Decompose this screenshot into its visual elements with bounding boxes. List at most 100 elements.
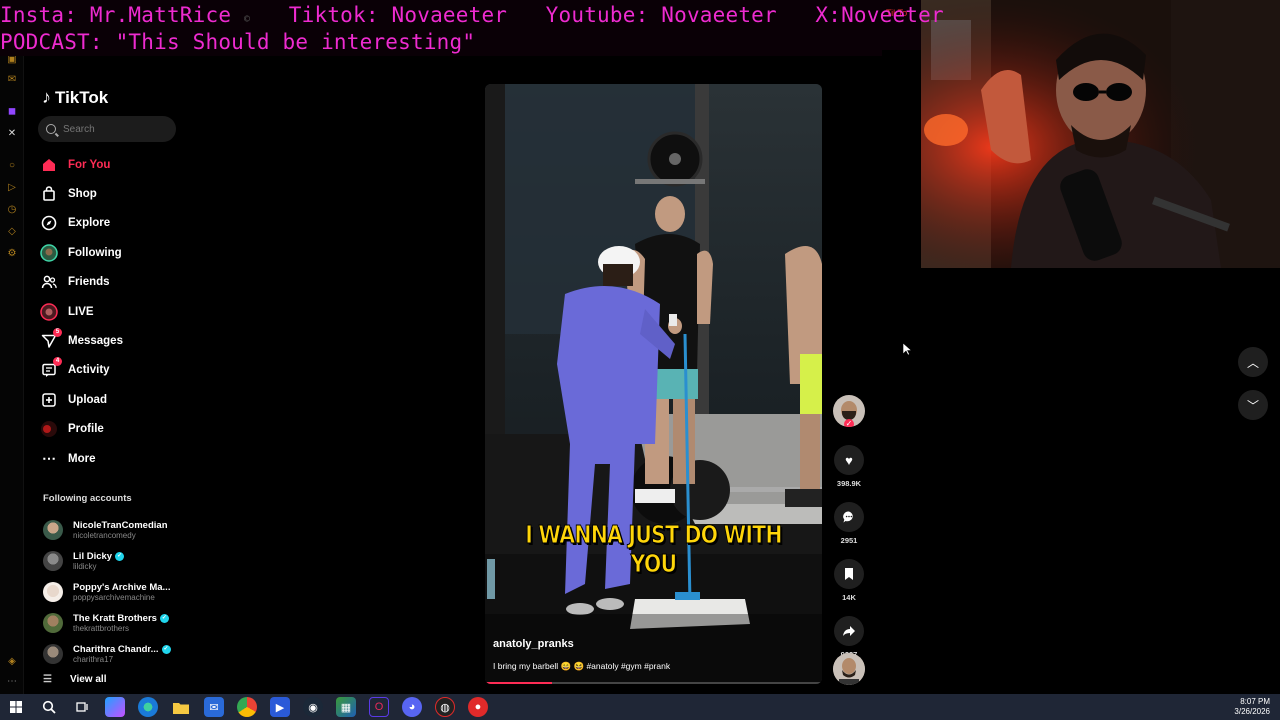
account-item[interactable]: Charithra Chandr... ✓ charithra17 [43, 638, 171, 669]
account-item[interactable]: Poppy's Archive Ma... poppysarchivemachin… [43, 576, 171, 607]
nav-explore[interactable]: Explore [40, 209, 123, 238]
next-video-button[interactable]: ﹀ [1238, 390, 1268, 420]
profile-avatar-icon [40, 420, 58, 438]
system-clock[interactable]: 8:07 PM 3/26/2026 [1234, 697, 1270, 717]
play-icon[interactable]: ▷ [6, 182, 18, 194]
nav-friends[interactable]: Friends [40, 268, 123, 297]
account-handle: poppysarchivemachine [73, 592, 155, 602]
taskbar-search-icon[interactable] [39, 697, 59, 717]
video-caption-overlay: I WANNA JUST DO WITH YOU [525, 520, 783, 579]
nav-label: Explore [68, 217, 111, 230]
gx-icon[interactable]: ◈ [6, 656, 18, 668]
discord-icon[interactable]: ◕ [402, 697, 422, 717]
follow-plus-icon[interactable]: ✓ [844, 419, 854, 427]
tiktok-note-icon: ♪ [42, 87, 51, 107]
like-action[interactable]: ♥ 398.9K [832, 445, 866, 488]
nav-label: Shop [68, 188, 97, 201]
insta-handle: Insta: Mr.MattRice [0, 3, 232, 27]
podcast-line: PODCAST: "This Should be interesting" [0, 30, 476, 54]
save-action[interactable]: 14K [832, 559, 866, 602]
messages-icon: 5 [40, 328, 62, 350]
tiktok-logo[interactable]: ♪ TikTok [42, 87, 108, 108]
youtube-handle: Youtube: Novaeeter [545, 3, 777, 27]
previous-video-button[interactable]: ︿ [1238, 347, 1268, 377]
mail-icon[interactable]: ✉ [6, 74, 18, 86]
windows-start-icon[interactable] [6, 697, 26, 717]
creator-avatar[interactable]: ✓ [833, 395, 865, 427]
account-item[interactable]: The Kratt Brothers ✓ thekrattbrothers [43, 607, 171, 638]
nav-upload[interactable]: Upload [40, 385, 123, 414]
nav-label: Following [68, 246, 122, 259]
task-view-icon[interactable] [72, 697, 92, 717]
minecraft-icon[interactable]: ▦ [336, 697, 356, 717]
video-progress-bar[interactable] [485, 682, 822, 684]
tiktok-sidebar: ♪ TikTok For You Shop [28, 78, 188, 694]
comment-icon[interactable] [834, 502, 864, 532]
sound-avatar[interactable] [833, 653, 865, 685]
account-name: NicoleTranComedian [73, 519, 168, 531]
account-item[interactable]: NicoleTranComedian nicoletrancomedy [43, 514, 171, 545]
search-icon [46, 124, 56, 134]
steam-icon[interactable]: ◉ [303, 697, 323, 717]
chrome-icon[interactable] [237, 697, 257, 717]
obs-icon[interactable]: ◍ [435, 697, 455, 717]
account-item[interactable]: Lil Dicky ✓ lildicky [43, 545, 171, 576]
twitch-icon[interactable]: ◼ [6, 106, 18, 118]
nav-activity[interactable]: 4 Activity [40, 356, 123, 385]
copilot-icon[interactable] [105, 697, 125, 717]
file-explorer-icon[interactable] [171, 697, 191, 717]
socials-line: Insta: Mr.MattRice © Tiktok: Novaeeter Y… [0, 3, 944, 27]
nav-for-you[interactable]: For You [40, 150, 123, 179]
shopping-bag-icon [40, 185, 58, 203]
nav-live[interactable]: LIVE [40, 297, 123, 326]
stream-overlay-banner: Insta: Mr.MattRice © Tiktok: Novaeeter Y… [0, 0, 944, 56]
clock-icon[interactable]: ◷ [6, 204, 18, 216]
tiktok-handle: Tiktok: Novaeeter [288, 3, 508, 27]
video-actions: ✓ ♥ 398.9K 2951 14K 9337 [832, 395, 866, 659]
search-box[interactable] [38, 116, 176, 142]
account-name: Poppy's Archive Ma... [73, 581, 171, 593]
nav-more[interactable]: ⋯ More [40, 444, 123, 473]
nav-messages[interactable]: 5 Messages [40, 326, 123, 355]
puzzle-icon[interactable]: ◇ [6, 226, 18, 238]
settings-icon[interactable]: ⚙ [6, 248, 18, 260]
account-avatar [43, 550, 63, 571]
nav-label: LIVE [68, 305, 94, 318]
view-all-label: View all [69, 674, 107, 685]
share-icon[interactable] [834, 616, 864, 646]
nav-label: Profile [68, 423, 104, 436]
video-progress-fill [485, 682, 553, 684]
more-dots-icon[interactable]: ⋯ [6, 676, 18, 688]
heart-icon[interactable]: ♥ [834, 445, 864, 475]
video-author[interactable]: anatoly_pranks [493, 638, 574, 650]
tiktok-brand: TikTok [55, 87, 109, 107]
account-handle: lildicky [73, 561, 97, 571]
recorder-icon[interactable]: ● [468, 697, 488, 717]
x-icon[interactable]: ✕ [6, 128, 18, 140]
nav-profile[interactable]: Profile [40, 415, 123, 444]
view-all-link[interactable]: ☰ View all [43, 674, 106, 685]
comment-action[interactable]: 2951 [832, 502, 866, 545]
bookmark-icon[interactable] [834, 559, 864, 589]
mouse-cursor-icon [902, 342, 913, 361]
chevron-down-icon: ﹀ [1246, 398, 1259, 413]
account-handle: charithra17 [73, 654, 114, 664]
edge-browser-icon[interactable] [138, 697, 158, 717]
windows-taskbar: ✉ ▶ ◉ ▦ O ◕ ◍ ● 8:07 PM 3/26/2026 [0, 694, 1280, 720]
search-input[interactable] [63, 123, 163, 135]
nav-shop[interactable]: Shop [40, 179, 123, 208]
account-handle: nicoletrancomedy [73, 530, 136, 540]
following-accounts-title: Following accounts [43, 493, 132, 504]
home-icon [40, 156, 58, 174]
nav-label: More [68, 452, 96, 465]
bluetooth-app-icon[interactable]: ▶ [270, 697, 290, 717]
account-avatar [43, 643, 63, 664]
chevron-up-icon: ︿ [1246, 355, 1259, 370]
history-icon[interactable]: ○ [6, 160, 18, 172]
opera-gx-icon[interactable]: O [369, 697, 389, 717]
nav-following[interactable]: Following [40, 238, 123, 267]
video-player[interactable]: I WANNA JUST DO WITH YOU anatoly_pranks … [485, 84, 822, 684]
mail-app-icon[interactable]: ✉ [204, 697, 224, 717]
nav-label: Friends [68, 276, 110, 289]
nav-label: For You [68, 158, 111, 171]
